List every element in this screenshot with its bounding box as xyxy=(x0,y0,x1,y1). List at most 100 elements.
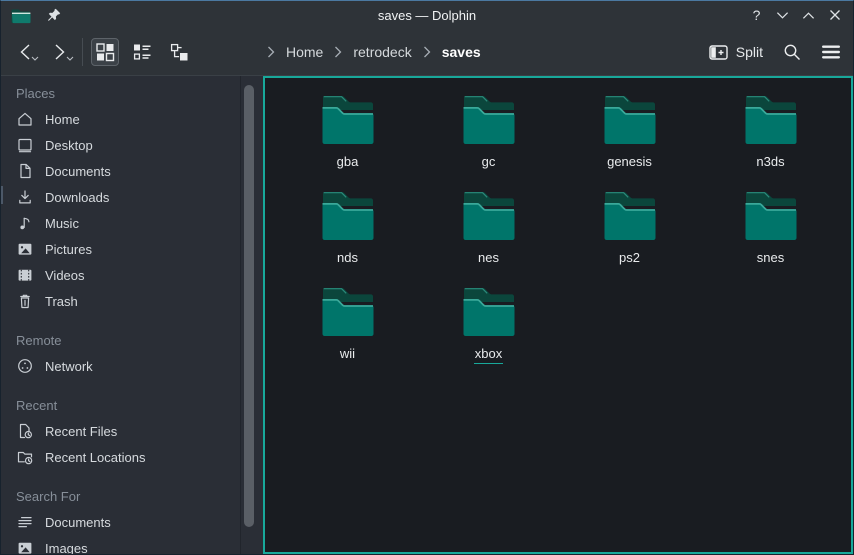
sidebar-section-recent: Recent Recent Files Recent Locations xyxy=(16,392,263,470)
sidebar-item-remote-network[interactable]: Network xyxy=(16,353,263,379)
breadcrumb-item-home[interactable]: Home xyxy=(284,43,325,61)
places-panel: Places Home Desktop Documents Downloads Music… xyxy=(1,76,263,554)
folder-label: genesis xyxy=(606,154,653,171)
folder-gba[interactable]: gba xyxy=(277,94,418,190)
sidebar-section-header: Remote xyxy=(16,327,263,353)
minimize-button[interactable] xyxy=(774,7,791,24)
split-label: Split xyxy=(736,44,763,60)
window-controls: ? xyxy=(748,7,843,24)
folder-label: gba xyxy=(336,154,360,171)
folder-label: gc xyxy=(481,154,497,171)
desktop-icon xyxy=(16,136,34,154)
sidebar-item-recent-recent-locations[interactable]: Recent Locations xyxy=(16,444,263,470)
close-button[interactable] xyxy=(826,7,843,24)
sidebar-item-label: Documents xyxy=(45,515,111,530)
sidebar-item-label: Downloads xyxy=(45,190,109,205)
sidebar-item-label: Pictures xyxy=(45,242,92,257)
video-icon xyxy=(16,266,34,284)
download-icon xyxy=(16,188,34,206)
folder-icon xyxy=(601,94,659,146)
sidebar-item-places-trash[interactable]: Trash xyxy=(16,288,263,314)
back-button[interactable] xyxy=(11,37,39,67)
folder-gc[interactable]: gc xyxy=(418,94,559,190)
sidebar-item-places-music[interactable]: Music xyxy=(16,210,263,236)
breadcrumb-item-saves[interactable]: saves xyxy=(440,43,483,61)
sidebar-section-remote: Remote Network xyxy=(16,327,263,379)
breadcrumb-chevron-icon xyxy=(334,46,342,58)
menu-button[interactable] xyxy=(821,44,841,60)
text-lines-icon xyxy=(16,513,34,531)
split-button[interactable]: Split xyxy=(709,44,763,60)
sidebar-item-places-pictures[interactable]: Pictures xyxy=(16,236,263,262)
folder-nes[interactable]: nes xyxy=(418,190,559,286)
pin-icon[interactable] xyxy=(47,8,61,22)
search-button[interactable] xyxy=(783,43,801,61)
folder-snes[interactable]: snes xyxy=(700,190,841,286)
sidebar-item-label: Recent Files xyxy=(45,424,117,439)
split-view-icon xyxy=(709,45,728,60)
music-icon xyxy=(16,214,34,232)
breadcrumb: Home retrodeck saves xyxy=(267,29,483,75)
sidebar-edge-marker xyxy=(1,186,3,204)
folder-icon xyxy=(319,286,377,338)
view-mode-buttons xyxy=(91,29,193,75)
back-dropdown-caret-icon xyxy=(31,48,39,66)
details-view-button[interactable] xyxy=(128,38,156,66)
folder-icon xyxy=(460,94,518,146)
maximize-button[interactable] xyxy=(800,7,817,24)
titlebar[interactable]: saves — Dolphin ? xyxy=(1,1,853,29)
folder-view[interactable]: gba gc genesis n3ds nds nes ps2 snes wii… xyxy=(263,76,853,554)
navigation-buttons xyxy=(11,29,74,75)
help-button[interactable]: ? xyxy=(748,7,765,24)
sidebar-scrollbar[interactable] xyxy=(244,85,254,527)
home-icon xyxy=(16,110,34,128)
sidebar-item-label: Network xyxy=(45,359,93,374)
folder-icon xyxy=(460,190,518,242)
toolbar: Home retrodeck saves Split xyxy=(1,29,853,76)
dolphin-app-icon xyxy=(11,7,31,24)
sidebar-item-places-documents[interactable]: Documents xyxy=(16,158,263,184)
breadcrumb-item-retrodeck[interactable]: retrodeck xyxy=(351,43,413,61)
toolbar-separator xyxy=(82,38,83,66)
folder-label: xbox xyxy=(474,346,503,364)
sidebar-item-label: Trash xyxy=(45,294,78,309)
sidebar-section-header: Places xyxy=(16,80,263,106)
sidebar-item-places-videos[interactable]: Videos xyxy=(16,262,263,288)
folder-label: ps2 xyxy=(618,250,641,267)
folder-genesis[interactable]: genesis xyxy=(559,94,700,190)
folder-icon xyxy=(601,190,659,242)
breadcrumb-chevron-icon xyxy=(267,46,275,58)
sidebar-section-header: Search For xyxy=(16,483,263,509)
image-icon xyxy=(16,539,34,554)
folder-label: wii xyxy=(339,346,356,363)
folder-wii[interactable]: wii xyxy=(277,286,418,382)
sidebar-item-recent-recent-files[interactable]: Recent Files xyxy=(16,418,263,444)
sidebar-section-header: Recent xyxy=(16,392,263,418)
document-icon xyxy=(16,162,34,180)
sidebar-section-places: Places Home Desktop Documents Downloads Music… xyxy=(16,80,263,314)
forward-dropdown-caret-icon xyxy=(66,48,74,66)
sidebar-item-label: Home xyxy=(45,112,80,127)
icons-view-button[interactable] xyxy=(91,38,119,66)
sidebar-item-search-for-images[interactable]: Images xyxy=(16,535,263,554)
sidebar-item-places-desktop[interactable]: Desktop xyxy=(16,132,263,158)
recent-folder-icon xyxy=(16,448,34,466)
sidebar-item-places-downloads[interactable]: Downloads xyxy=(16,184,263,210)
forward-button[interactable] xyxy=(46,37,74,67)
folder-xbox[interactable]: xbox xyxy=(418,286,559,382)
sidebar-item-label: Documents xyxy=(45,164,111,179)
trash-icon xyxy=(16,292,34,310)
folder-n3ds[interactable]: n3ds xyxy=(700,94,841,190)
sidebar-item-search-for-documents[interactable]: Documents xyxy=(16,509,263,535)
folder-ps2[interactable]: ps2 xyxy=(559,190,700,286)
sidebar-item-label: Recent Locations xyxy=(45,450,145,465)
folder-grid: gba gc genesis n3ds nds nes ps2 snes wii… xyxy=(265,78,851,382)
network-icon xyxy=(16,357,34,375)
folder-nds[interactable]: nds xyxy=(277,190,418,286)
sidebar-item-label: Images xyxy=(45,541,88,555)
folder-label: snes xyxy=(756,250,785,267)
sidebar-item-places-home[interactable]: Home xyxy=(16,106,263,132)
breadcrumb-chevron-icon xyxy=(423,46,431,58)
toolbar-right-group: Split xyxy=(709,29,841,75)
tree-view-button[interactable] xyxy=(165,38,193,66)
